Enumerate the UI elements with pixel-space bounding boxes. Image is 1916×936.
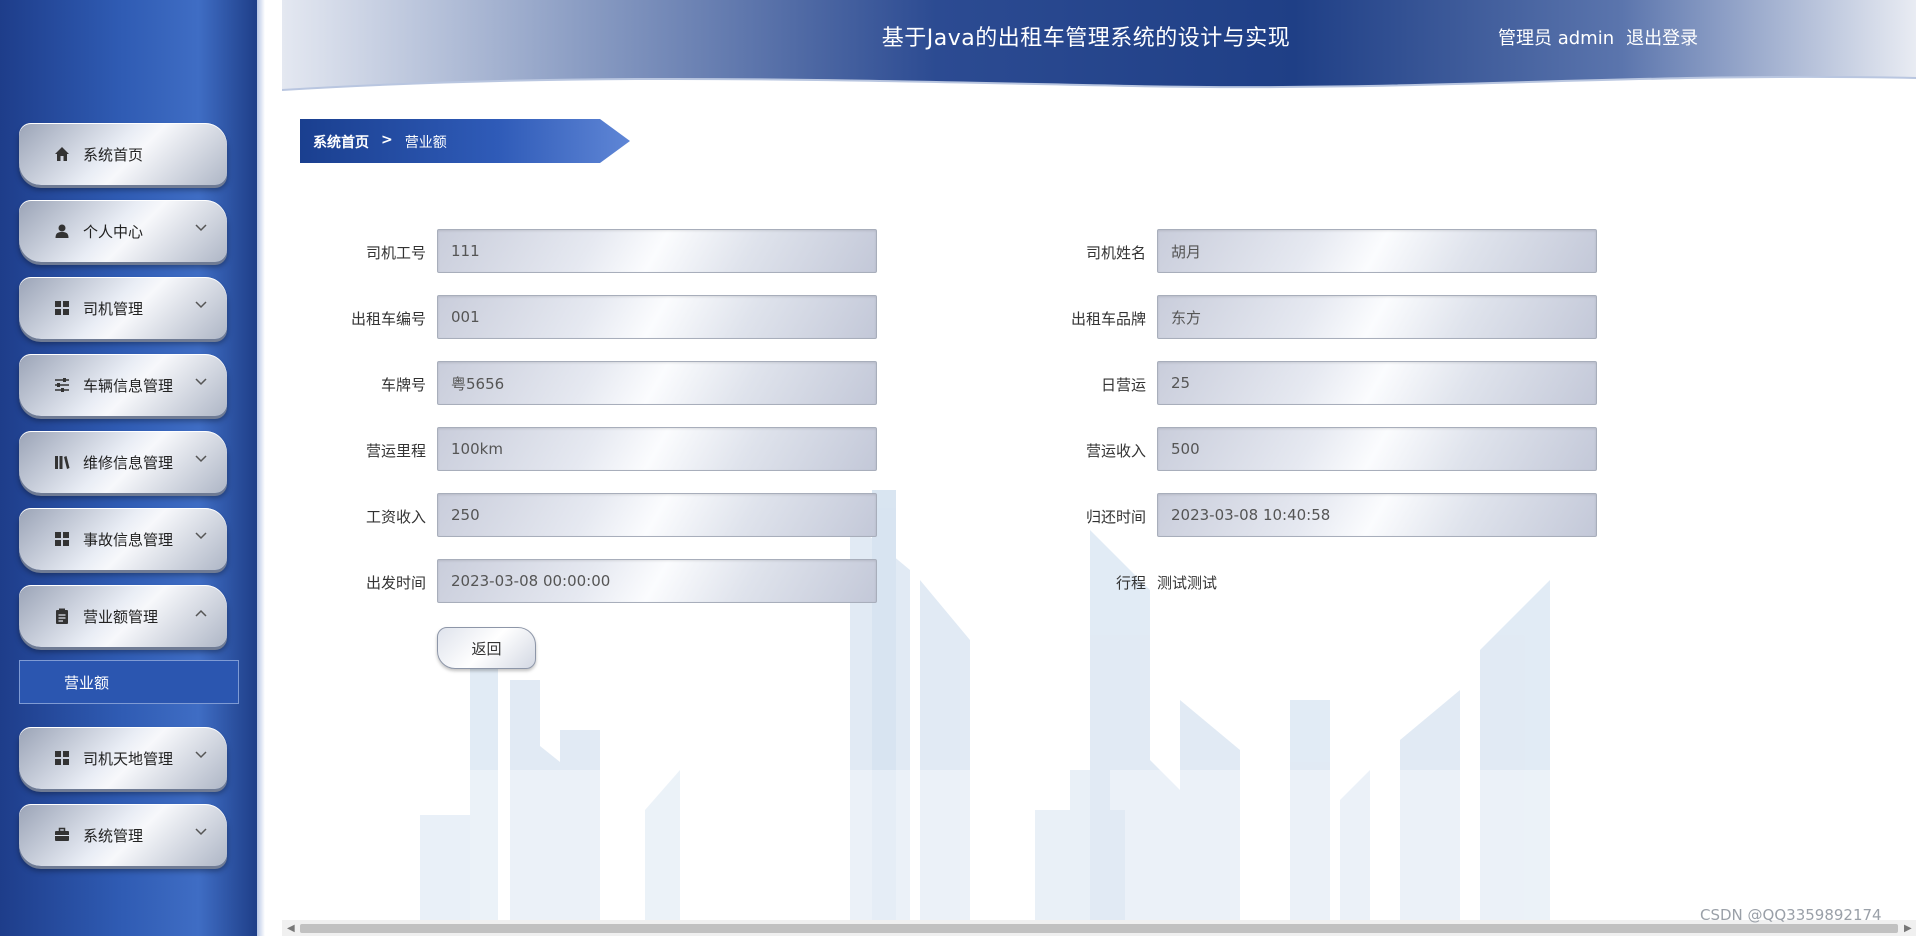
sidebar-item-vehicle-info[interactable]: 车辆信息管理: [19, 354, 227, 416]
grid-icon: [53, 530, 71, 548]
scrollbar-thumb[interactable]: [300, 924, 1898, 933]
trip-value: 测试测试: [1157, 574, 1218, 592]
submenu-item-label: 营业额: [64, 673, 110, 692]
driver-name-label: 司机姓名: [1085, 244, 1146, 262]
return-time-label: 归还时间: [1085, 508, 1146, 526]
sidebar-item-label: 营业额管理: [83, 607, 159, 626]
chevron-down-icon: [195, 455, 207, 463]
watermark: CSDN @QQ3359892174: [1700, 906, 1882, 924]
back-button[interactable]: 返回: [437, 627, 536, 669]
scroll-left-arrow-icon[interactable]: ◀: [287, 923, 295, 934]
clipboard-icon: [53, 607, 71, 625]
daily-operation-label: 日营运: [1100, 376, 1146, 394]
driver-id-field[interactable]: [437, 229, 877, 273]
chevron-down-icon: [195, 301, 207, 309]
header: 基于Java的出租车管理系统的设计与实现 管理员 admin 退出登录: [282, 0, 1916, 95]
daily-operation-field[interactable]: [1157, 361, 1597, 405]
revenue-label: 营运收入: [1085, 442, 1146, 460]
city-background-illustration: [420, 490, 1680, 920]
sidebar-item-label: 司机天地管理: [83, 749, 174, 768]
grid-icon: [53, 749, 71, 767]
current-user-label: 管理员 admin: [1498, 28, 1615, 49]
plate-number-field[interactable]: [437, 361, 877, 405]
sidebar-item-label: 系统首页: [83, 145, 144, 164]
chevron-up-icon: [195, 609, 207, 617]
logout-link[interactable]: 退出登录: [1626, 24, 1698, 50]
breadcrumb: 系统首页 > 营业额: [300, 119, 630, 163]
taxi-number-label: 出租车编号: [350, 310, 426, 328]
sidebar-item-label: 事故信息管理: [83, 530, 174, 549]
plate-number-label: 车牌号: [380, 376, 426, 394]
sidebar-item-repair-info[interactable]: 维修信息管理: [19, 431, 227, 493]
chevron-down-icon: [195, 828, 207, 836]
chevron-down-icon: [195, 224, 207, 232]
sliders-icon: [53, 376, 71, 394]
sidebar-item-label: 维修信息管理: [83, 453, 174, 472]
sidebar-item-label: 司机管理: [83, 299, 144, 318]
taxi-number-field[interactable]: [437, 295, 877, 339]
sidebar-item-driver-management[interactable]: 司机管理: [19, 277, 227, 339]
sidebar-item-label: 个人中心: [83, 222, 144, 241]
sidebar-item-accident-info[interactable]: 事故信息管理: [19, 508, 227, 570]
library-icon: [53, 453, 71, 471]
horizontal-scrollbar[interactable]: ◀ ▶: [282, 920, 1916, 936]
taxi-brand-field[interactable]: [1157, 295, 1597, 339]
chevron-down-icon: [195, 532, 207, 540]
scroll-right-arrow-icon[interactable]: ▶: [1904, 923, 1912, 934]
sidebar-item-label: 车辆信息管理: [83, 376, 174, 395]
trip-label: 行程: [1115, 574, 1146, 592]
return-time-field[interactable]: [1157, 493, 1597, 537]
sidebar: 系统首页 个人中心 司机管理 车辆信息管理 维修信息管理 事故信息管理 营业额管…: [0, 0, 265, 936]
chevron-down-icon: [195, 378, 207, 386]
driver-name-field[interactable]: [1157, 229, 1597, 273]
user-icon: [53, 222, 71, 240]
home-icon: [53, 145, 71, 163]
breadcrumb-home[interactable]: 系统首页: [313, 132, 369, 152]
salary-label: 工资收入: [365, 508, 426, 526]
user-area: 管理员 admin 退出登录: [1498, 24, 1698, 50]
breadcrumb-separator: >: [381, 132, 393, 148]
breadcrumb-current: 营业额: [404, 135, 447, 151]
taxi-brand-label: 出租车品牌: [1070, 310, 1146, 328]
departure-time-field[interactable]: [437, 559, 877, 603]
departure-time-label: 出发时间: [365, 574, 426, 592]
sidebar-item-system-management[interactable]: 系统管理: [19, 804, 227, 866]
salary-field[interactable]: [437, 493, 877, 537]
sidebar-item-personal-center[interactable]: 个人中心: [19, 200, 227, 262]
chevron-down-icon: [195, 751, 207, 759]
sidebar-item-revenue-management[interactable]: 营业额管理: [19, 585, 227, 647]
revenue-field[interactable]: [1157, 427, 1597, 471]
submenu-item-revenue[interactable]: 营业额: [19, 660, 239, 704]
sidebar-item-home[interactable]: 系统首页: [19, 123, 227, 185]
sidebar-item-label: 系统管理: [83, 826, 144, 845]
mileage-label: 营运里程: [365, 442, 426, 460]
driver-id-label: 司机工号: [365, 244, 426, 262]
sidebar-item-driver-forum[interactable]: 司机天地管理: [19, 727, 227, 789]
grid-icon: [53, 299, 71, 317]
briefcase-icon: [53, 826, 71, 844]
mileage-field[interactable]: [437, 427, 877, 471]
